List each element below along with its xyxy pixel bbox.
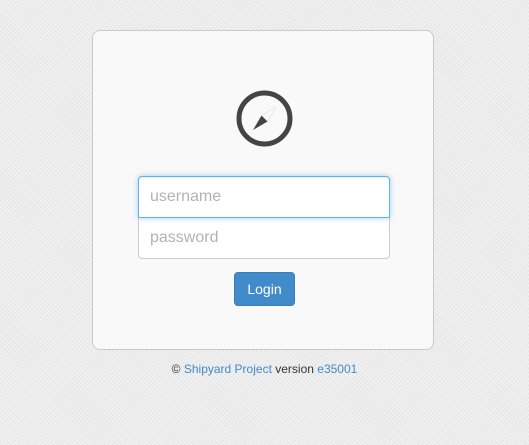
compass-icon (236, 90, 293, 147)
login-button[interactable]: Login (234, 272, 295, 306)
copyright-symbol: © (171, 362, 181, 376)
login-panel: Login (92, 30, 434, 350)
username-input[interactable] (138, 176, 390, 218)
version-label: version (275, 362, 314, 376)
shipyard-project-link[interactable]: Shipyard Project (184, 362, 272, 376)
password-input[interactable] (138, 217, 390, 259)
footer: © Shipyard Project version e35001 (0, 362, 529, 376)
version-link[interactable]: e35001 (317, 362, 357, 376)
